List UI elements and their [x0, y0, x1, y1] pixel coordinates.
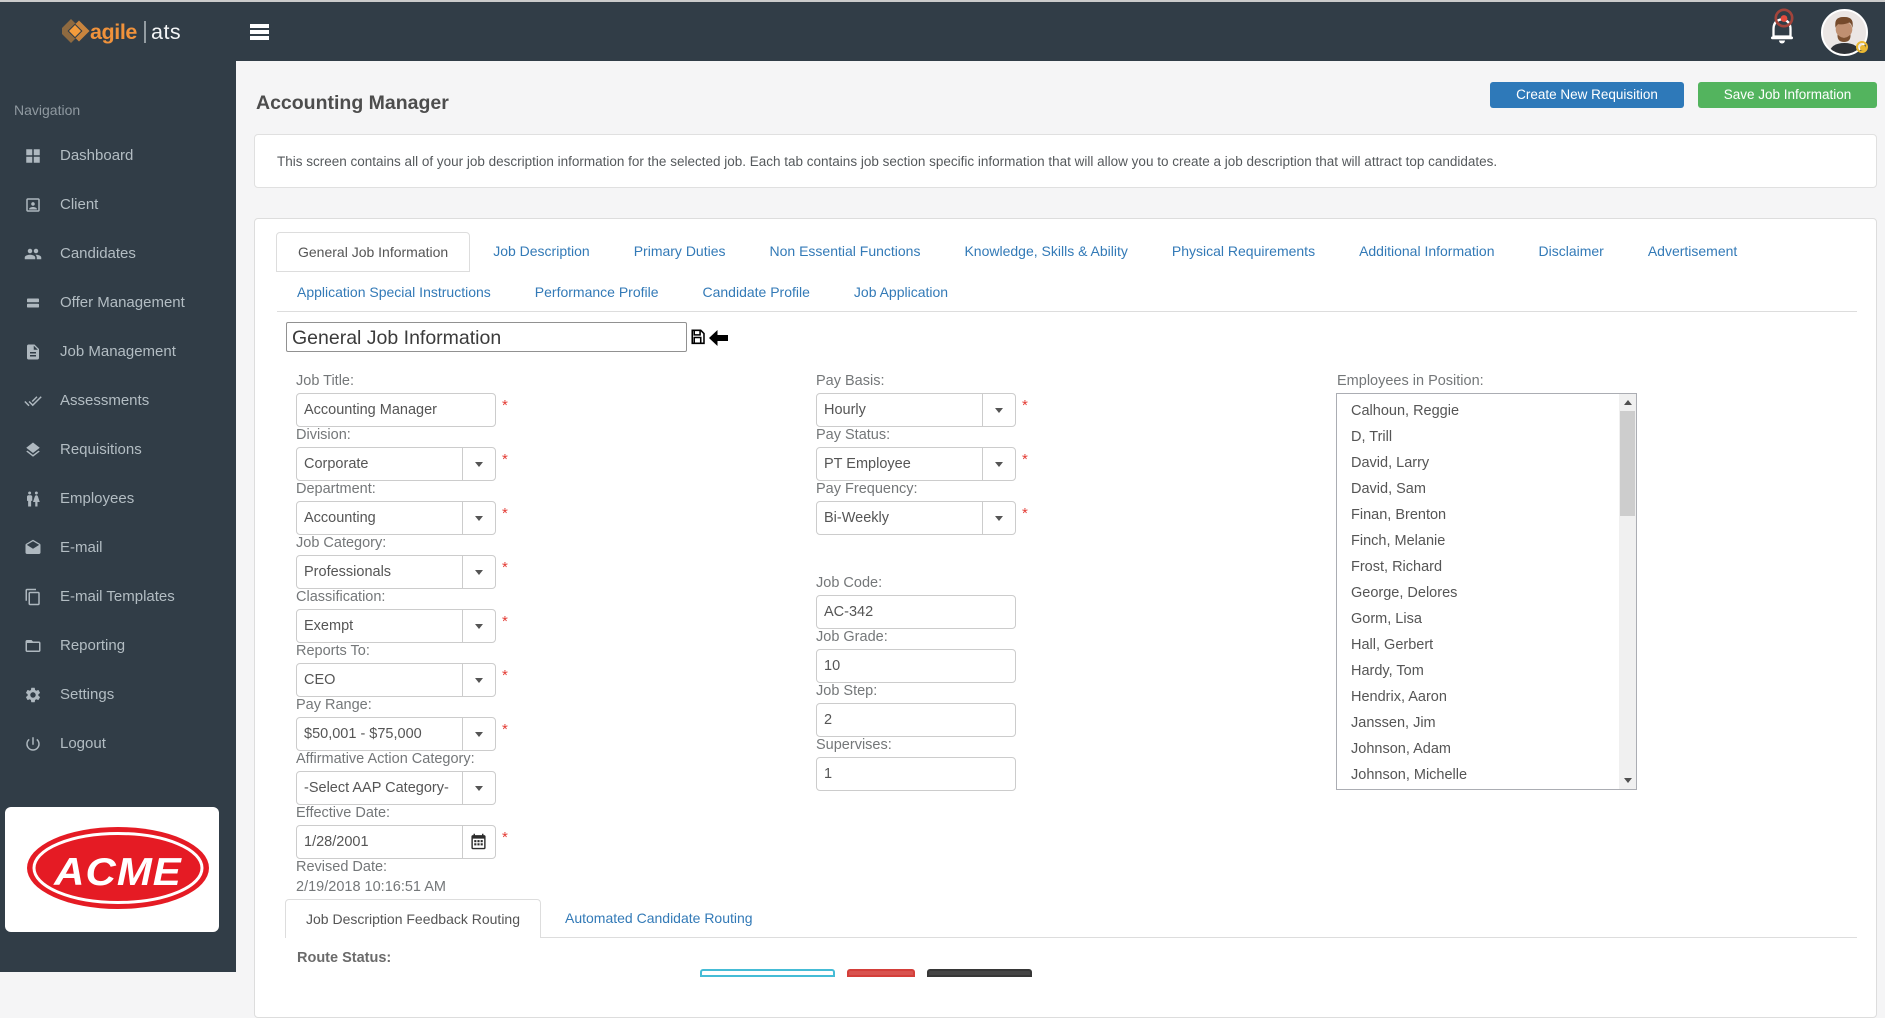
- svg-text:ACME: ACME: [53, 850, 182, 894]
